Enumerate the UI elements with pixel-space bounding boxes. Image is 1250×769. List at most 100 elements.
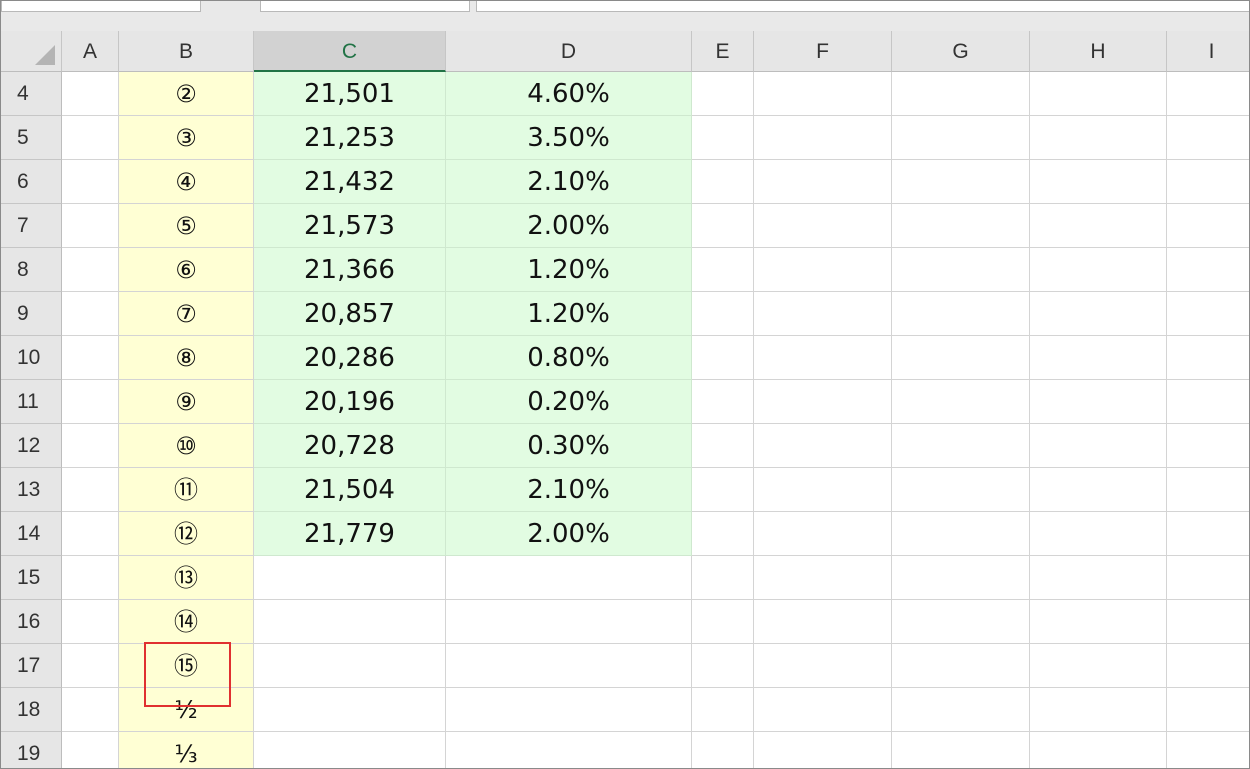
- cell-h10[interactable]: [1030, 336, 1167, 380]
- cell-e19[interactable]: [692, 732, 754, 768]
- cell-c12[interactable]: 20,728: [254, 424, 446, 468]
- cell-f12[interactable]: [754, 424, 892, 468]
- cell-i10[interactable]: [1167, 336, 1249, 380]
- cell-i18[interactable]: [1167, 688, 1249, 732]
- cell-a5[interactable]: [62, 116, 119, 160]
- cell-i15[interactable]: [1167, 556, 1249, 600]
- cell-h11[interactable]: [1030, 380, 1167, 424]
- cell-g13[interactable]: [892, 468, 1030, 512]
- column-header-f[interactable]: F: [754, 31, 892, 72]
- cell-f4[interactable]: [754, 72, 892, 116]
- cell-f18[interactable]: [754, 688, 892, 732]
- row-header[interactable]: 17: [1, 644, 62, 688]
- cell-a11[interactable]: [62, 380, 119, 424]
- cell-a15[interactable]: [62, 556, 119, 600]
- cell-i14[interactable]: [1167, 512, 1249, 556]
- cell-a14[interactable]: [62, 512, 119, 556]
- cell-f11[interactable]: [754, 380, 892, 424]
- cell-c9[interactable]: 20,857: [254, 292, 446, 336]
- cell-h8[interactable]: [1030, 248, 1167, 292]
- cell-d17[interactable]: [446, 644, 692, 688]
- cell-b8[interactable]: ⑥: [119, 248, 254, 292]
- row-header[interactable]: 13: [1, 468, 62, 512]
- cell-c6[interactable]: 21,432: [254, 160, 446, 204]
- cell-d18[interactable]: [446, 688, 692, 732]
- column-header-g[interactable]: G: [892, 31, 1030, 72]
- cell-c18[interactable]: [254, 688, 446, 732]
- cell-e8[interactable]: [692, 248, 754, 292]
- row-header[interactable]: 14: [1, 512, 62, 556]
- cell-a9[interactable]: [62, 292, 119, 336]
- cell-c11[interactable]: 20,196: [254, 380, 446, 424]
- cell-d11[interactable]: 0.20%: [446, 380, 692, 424]
- cell-i17[interactable]: [1167, 644, 1249, 688]
- cell-c10[interactable]: 20,286: [254, 336, 446, 380]
- cell-f19[interactable]: [754, 732, 892, 768]
- cell-e13[interactable]: [692, 468, 754, 512]
- column-header-d[interactable]: D: [446, 31, 692, 72]
- cell-g11[interactable]: [892, 380, 1030, 424]
- cell-d10[interactable]: 0.80%: [446, 336, 692, 380]
- cell-d4[interactable]: 4.60%: [446, 72, 692, 116]
- cell-a17[interactable]: [62, 644, 119, 688]
- cell-g6[interactable]: [892, 160, 1030, 204]
- row-header[interactable]: 7: [1, 204, 62, 248]
- cell-a10[interactable]: [62, 336, 119, 380]
- cell-b17[interactable]: ⑮: [119, 644, 254, 688]
- cell-e11[interactable]: [692, 380, 754, 424]
- cell-b4[interactable]: ②: [119, 72, 254, 116]
- cell-d14[interactable]: 2.00%: [446, 512, 692, 556]
- cell-c8[interactable]: 21,366: [254, 248, 446, 292]
- cell-e16[interactable]: [692, 600, 754, 644]
- cell-g15[interactable]: [892, 556, 1030, 600]
- cell-h15[interactable]: [1030, 556, 1167, 600]
- cell-g10[interactable]: [892, 336, 1030, 380]
- cell-g8[interactable]: [892, 248, 1030, 292]
- cell-b15[interactable]: ⑬: [119, 556, 254, 600]
- cell-b19[interactable]: ⅓: [119, 732, 254, 768]
- cell-c19[interactable]: [254, 732, 446, 768]
- row-header[interactable]: 18: [1, 688, 62, 732]
- cell-d15[interactable]: [446, 556, 692, 600]
- row-header[interactable]: 11: [1, 380, 62, 424]
- cell-g19[interactable]: [892, 732, 1030, 768]
- cell-g17[interactable]: [892, 644, 1030, 688]
- cell-g18[interactable]: [892, 688, 1030, 732]
- cell-b9[interactable]: ⑦: [119, 292, 254, 336]
- cell-d7[interactable]: 2.00%: [446, 204, 692, 248]
- cell-f7[interactable]: [754, 204, 892, 248]
- cell-h5[interactable]: [1030, 116, 1167, 160]
- cell-f13[interactable]: [754, 468, 892, 512]
- cell-c5[interactable]: 21,253: [254, 116, 446, 160]
- cell-c15[interactable]: [254, 556, 446, 600]
- row-header[interactable]: 16: [1, 600, 62, 644]
- cell-f10[interactable]: [754, 336, 892, 380]
- cell-b12[interactable]: ⑩: [119, 424, 254, 468]
- cell-f16[interactable]: [754, 600, 892, 644]
- cell-c16[interactable]: [254, 600, 446, 644]
- cell-a6[interactable]: [62, 160, 119, 204]
- cell-f14[interactable]: [754, 512, 892, 556]
- cell-b6[interactable]: ④: [119, 160, 254, 204]
- cell-h7[interactable]: [1030, 204, 1167, 248]
- cell-g7[interactable]: [892, 204, 1030, 248]
- cell-e18[interactable]: [692, 688, 754, 732]
- column-header-i[interactable]: I: [1167, 31, 1249, 72]
- cell-b16[interactable]: ⑭: [119, 600, 254, 644]
- cell-a8[interactable]: [62, 248, 119, 292]
- cell-e14[interactable]: [692, 512, 754, 556]
- row-header[interactable]: 19: [1, 732, 62, 768]
- cell-g5[interactable]: [892, 116, 1030, 160]
- cell-i13[interactable]: [1167, 468, 1249, 512]
- cell-i11[interactable]: [1167, 380, 1249, 424]
- cell-i4[interactable]: [1167, 72, 1249, 116]
- cell-g9[interactable]: [892, 292, 1030, 336]
- cell-h9[interactable]: [1030, 292, 1167, 336]
- cell-d6[interactable]: 2.10%: [446, 160, 692, 204]
- cell-d12[interactable]: 0.30%: [446, 424, 692, 468]
- cell-d16[interactable]: [446, 600, 692, 644]
- cell-e10[interactable]: [692, 336, 754, 380]
- row-header[interactable]: 8: [1, 248, 62, 292]
- cell-a16[interactable]: [62, 600, 119, 644]
- cell-a12[interactable]: [62, 424, 119, 468]
